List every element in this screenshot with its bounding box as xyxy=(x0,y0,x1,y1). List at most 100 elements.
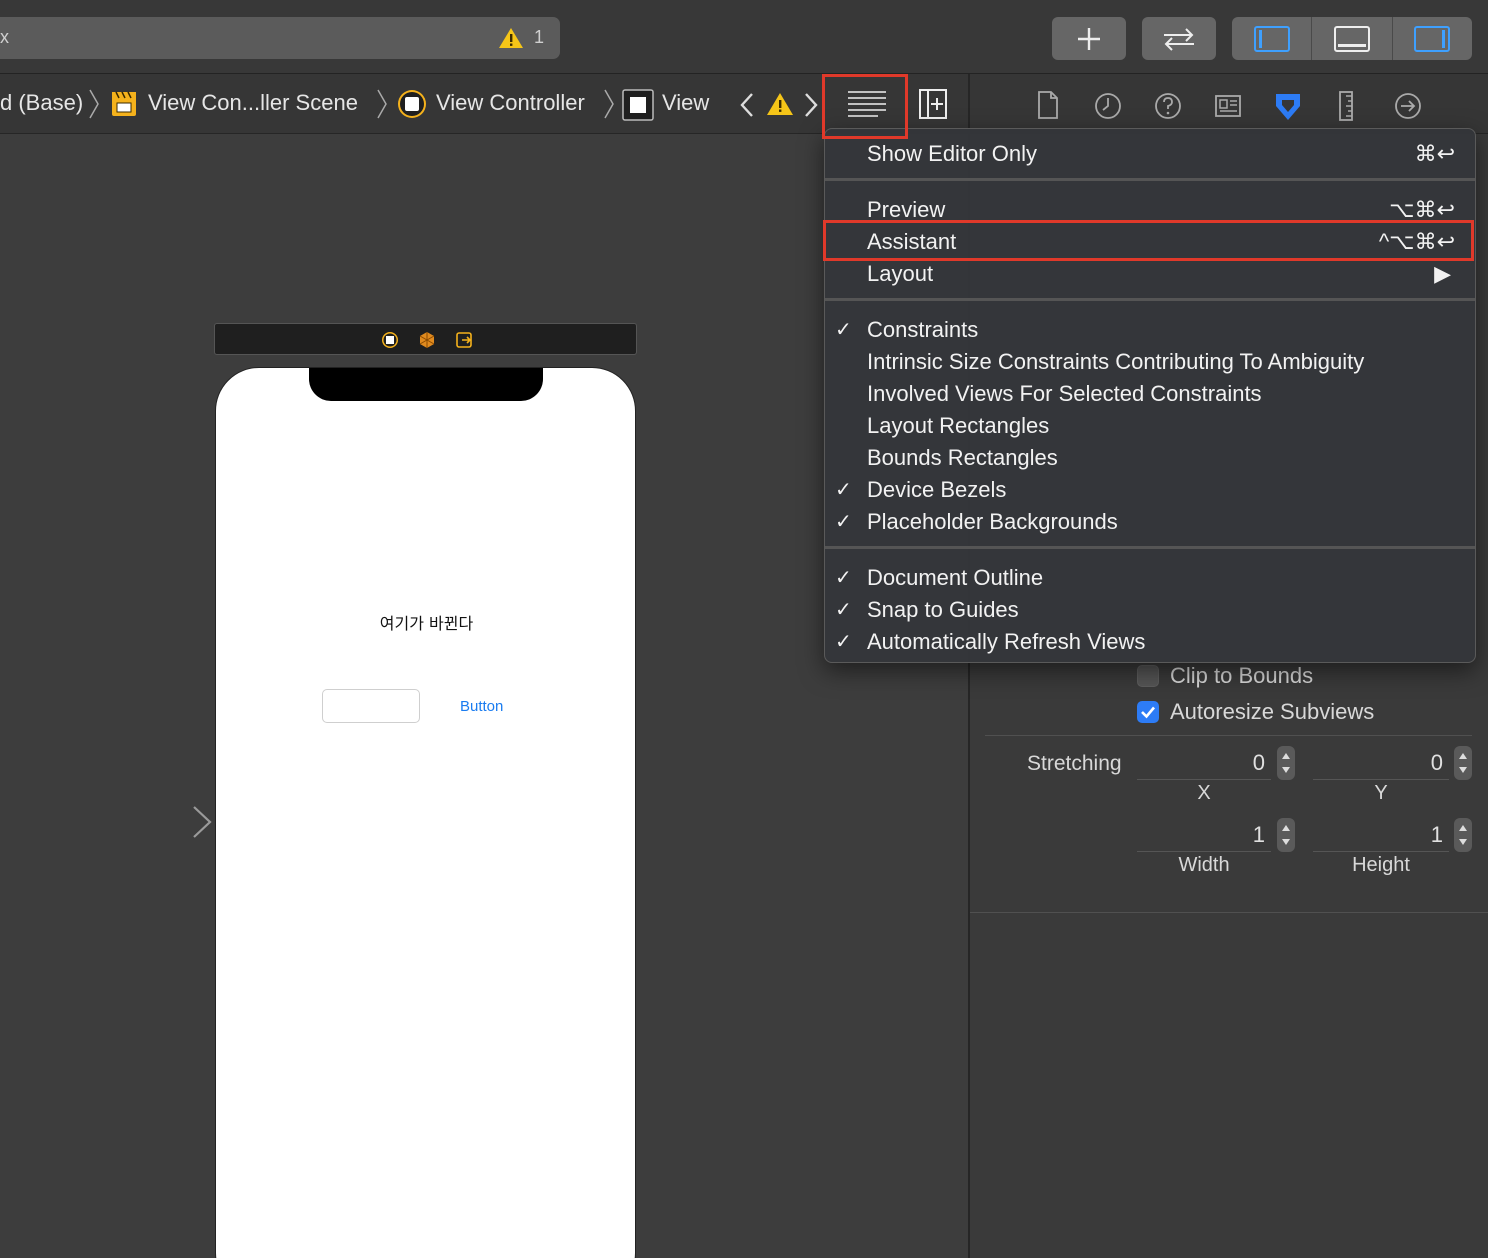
menu-item-label: Layout Rectangles xyxy=(867,413,1050,438)
exit-icon[interactable] xyxy=(454,330,474,350)
stretch-x-stepper[interactable] xyxy=(1277,746,1295,780)
size-inspector-icon[interactable] xyxy=(1336,90,1356,122)
menu-item-label: Automatically Refresh Views xyxy=(867,629,1146,654)
activity-viewer[interactable]: x 1 xyxy=(0,17,560,59)
chevron-right-icon[interactable] xyxy=(802,92,820,118)
breadcrumb-view[interactable]: View xyxy=(662,90,709,116)
menu-item-snap-to-guides[interactable]: ✓ Snap to Guides xyxy=(825,593,1475,625)
first-responder-icon[interactable] xyxy=(417,330,437,350)
warning-icon[interactable] xyxy=(766,92,794,116)
toggle-debug-area-button[interactable] xyxy=(1311,17,1391,60)
checkmark-icon: ✓ xyxy=(835,599,852,621)
stretch-width-field[interactable]: 1 xyxy=(1137,818,1271,852)
toggle-navigator-button[interactable] xyxy=(1232,17,1311,60)
menu-item-intrinsic-size[interactable]: Intrinsic Size Constraints Contributing … xyxy=(825,345,1475,377)
initial-vc-arrow-icon[interactable] xyxy=(110,805,214,839)
breadcrumb-scene[interactable]: View Con...ller Scene xyxy=(148,90,358,116)
menu-item-placeholder-backgrounds[interactable]: ✓ Placeholder Backgrounds xyxy=(825,505,1475,537)
menu-item-label: Involved Views For Selected Constraints xyxy=(867,381,1262,406)
menu-item-auto-refresh-views[interactable]: ✓ Automatically Refresh Views xyxy=(825,625,1475,657)
inspector-selector-bar xyxy=(970,74,1488,134)
warning-count: 1 xyxy=(533,27,544,47)
chevron-right-icon xyxy=(89,89,99,119)
toggle-inspector-button[interactable] xyxy=(1391,17,1472,60)
highlight-editor-options-button xyxy=(822,74,908,139)
breadcrumb-view-controller[interactable]: View Controller xyxy=(436,90,585,116)
swap-arrows-icon xyxy=(1164,27,1194,51)
inspector-separator xyxy=(985,735,1472,736)
menu-item-label: Placeholder Backgrounds xyxy=(867,509,1118,534)
toolbar: x 1 xyxy=(0,0,1488,74)
right-panel-icon xyxy=(1414,25,1451,52)
menu-item-label: Constraints xyxy=(867,317,979,342)
code-review-button[interactable] xyxy=(1142,17,1216,60)
highlight-assistant-item xyxy=(823,220,1474,261)
action-button[interactable]: Button xyxy=(460,698,503,715)
history-inspector-icon[interactable] xyxy=(1094,90,1122,120)
checkmark-icon: ✓ xyxy=(835,631,852,653)
menu-item-layout[interactable]: Layout ▶ xyxy=(825,257,1475,289)
text-field[interactable] xyxy=(322,689,420,723)
checkmark-icon: ✓ xyxy=(835,511,852,533)
view-icon xyxy=(622,89,654,121)
editor-options-menu: Show Editor Only ⌘↩ Preview ⌥⌘↩ Assistan… xyxy=(824,128,1476,663)
menu-item-shortcut: ⌘↩ xyxy=(1414,141,1455,166)
panel-toggle-group xyxy=(1232,17,1472,60)
connections-inspector-icon[interactable] xyxy=(1394,90,1422,120)
clip-to-bounds-checkbox[interactable] xyxy=(1137,665,1159,687)
menu-item-involved-views[interactable]: Involved Views For Selected Constraints xyxy=(825,377,1475,409)
stretch-width-stepper[interactable] xyxy=(1277,818,1295,852)
menu-item-constraints[interactable]: ✓ Constraints xyxy=(825,313,1475,345)
help-inspector-icon[interactable] xyxy=(1154,90,1182,120)
menu-item-label: Bounds Rectangles xyxy=(867,445,1058,470)
x-label: X xyxy=(1197,782,1211,804)
menu-item-label: Show Editor Only xyxy=(867,141,1037,166)
menu-item-document-outline[interactable]: ✓ Document Outline xyxy=(825,561,1475,593)
xcode-window: x 1 d (Base) View Con...ller Scene View … xyxy=(0,0,1488,1258)
chevron-right-icon xyxy=(377,89,387,119)
menu-separator xyxy=(825,298,1475,301)
menu-item-bounds-rectangles[interactable]: Bounds Rectangles xyxy=(825,441,1475,473)
scene-dock[interactable] xyxy=(214,323,637,355)
clip-to-bounds-label: Clip to Bounds xyxy=(1170,663,1314,688)
library-add-button[interactable] xyxy=(1052,17,1126,60)
breadcrumb-storyboard[interactable]: d (Base) xyxy=(0,90,83,116)
chevron-left-icon[interactable] xyxy=(738,92,756,118)
autoresize-subviews-label: Autoresize Subviews xyxy=(1170,699,1375,724)
stretch-height-stepper[interactable] xyxy=(1454,818,1472,852)
warning-icon[interactable] xyxy=(498,27,524,54)
height-label: Height xyxy=(1352,854,1410,876)
checkmark-icon xyxy=(1141,706,1155,719)
submenu-arrow-icon: ▶ xyxy=(1434,261,1451,286)
menu-item-label: Layout xyxy=(867,261,934,286)
identity-inspector-icon[interactable] xyxy=(1214,90,1242,120)
inspector-separator xyxy=(970,912,1488,913)
menu-item-label: Intrinsic Size Constraints Contributing … xyxy=(867,349,1365,374)
checkmark-icon: ✓ xyxy=(835,567,852,589)
add-editor-button[interactable] xyxy=(918,88,950,120)
menu-item-device-bezels[interactable]: ✓ Device Bezels xyxy=(825,473,1475,505)
width-label: Width xyxy=(1178,854,1230,876)
checkmark-icon: ✓ xyxy=(835,479,852,501)
activity-text: x xyxy=(0,27,9,47)
bottom-panel-icon xyxy=(1333,25,1370,52)
device-notch xyxy=(309,368,543,401)
file-inspector-icon[interactable] xyxy=(1036,90,1060,120)
checkmark-icon: ✓ xyxy=(835,319,852,341)
plus-icon xyxy=(1078,27,1100,50)
menu-item-layout-rectangles[interactable]: Layout Rectangles xyxy=(825,409,1475,441)
attributes-inspector-icon[interactable] xyxy=(1272,90,1304,124)
chevron-right-icon xyxy=(604,89,614,119)
stretch-y-field[interactable]: 0 xyxy=(1313,746,1449,780)
autoresize-subviews-checkbox[interactable] xyxy=(1137,701,1159,723)
stretch-height-field[interactable]: 1 xyxy=(1313,818,1449,852)
stretch-y-stepper[interactable] xyxy=(1454,746,1472,780)
stretch-x-field[interactable]: 0 xyxy=(1137,746,1271,780)
y-label: Y xyxy=(1374,782,1388,804)
iphone-view[interactable]: 여기가 바뀐다 Button xyxy=(215,367,636,1258)
view-controller-icon[interactable] xyxy=(380,330,400,350)
menu-item-show-editor-only[interactable]: Show Editor Only ⌘↩ xyxy=(825,137,1475,169)
menu-separator xyxy=(825,546,1475,549)
menu-item-label: Document Outline xyxy=(867,565,1044,590)
result-label[interactable]: 여기가 바뀐다 xyxy=(216,610,635,634)
